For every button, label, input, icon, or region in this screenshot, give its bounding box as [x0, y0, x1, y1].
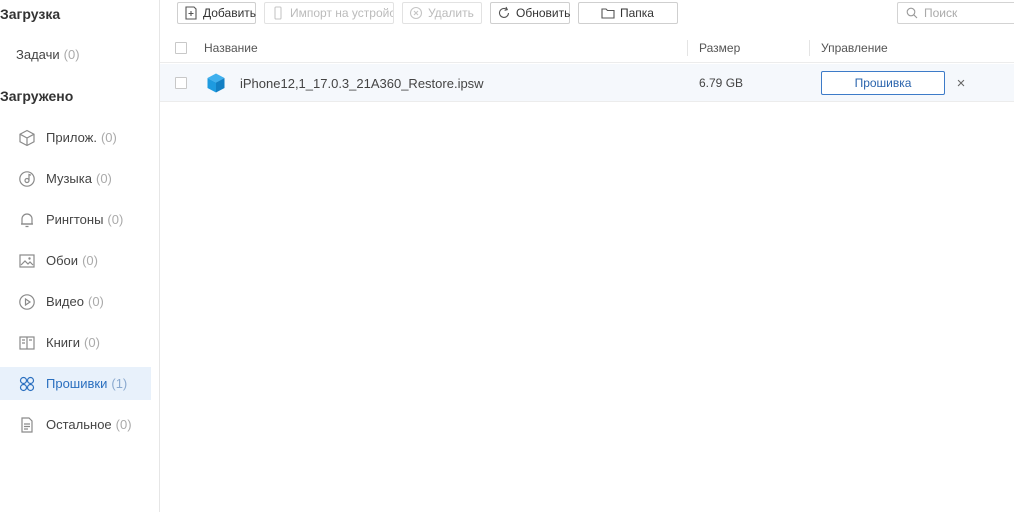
sidebar-item-label: Книги	[46, 335, 81, 350]
image-icon	[18, 252, 36, 270]
sidebar-item-label: Музыка	[46, 171, 92, 186]
toolbar: Добавить Импорт на устройств Удалить Обн…	[160, 0, 1014, 28]
video-icon	[18, 293, 36, 311]
cube-icon	[205, 64, 227, 102]
sidebar-item-count: (0)	[87, 294, 104, 309]
file-size: 6.79 GB	[699, 76, 744, 90]
document-icon	[18, 416, 36, 434]
sidebar-item-label: Прилож.	[46, 130, 97, 145]
flash-firmware-button[interactable]: Прошивка	[821, 71, 945, 95]
row-checkbox-cell	[175, 64, 187, 102]
sidebar-item-count: (0)	[84, 335, 100, 350]
refresh-button[interactable]: Обновить	[490, 2, 570, 24]
column-name-header[interactable]: Название	[204, 33, 258, 63]
sidebar: Загрузка Задачи (0) Загружено Прилож. (0…	[0, 0, 160, 512]
remove-row-close-icon[interactable]: ×	[953, 73, 969, 93]
table-header: Название Размер Управление	[160, 33, 1014, 63]
add-button[interactable]: Добавить	[177, 2, 256, 24]
column-size-header[interactable]: Размер	[699, 33, 740, 63]
firmware-icon	[18, 375, 36, 393]
sidebar-item-wallpapers[interactable]: Обои (0)	[0, 244, 151, 277]
sidebar-item-count: (0)	[115, 417, 132, 432]
search-input[interactable]: Поиск	[897, 2, 1014, 24]
sidebar-item-count: (0)	[107, 212, 124, 227]
sidebar-item-ringtones[interactable]: Рингтоны (0)	[0, 203, 151, 236]
add-button-label: Добавить	[203, 6, 257, 20]
sidebar-item-tasks[interactable]: Задачи (0)	[0, 38, 151, 71]
book-icon	[18, 334, 36, 352]
delete-icon	[409, 6, 423, 20]
sidebar-item-video[interactable]: Видео (0)	[0, 285, 151, 318]
add-file-icon	[184, 6, 198, 20]
refresh-button-label: Обновить	[516, 6, 571, 20]
file-name: iPhone12,1_17.0.3_21A360_Restore.ipsw	[240, 75, 484, 91]
import-to-device-button[interactable]: Импорт на устройств	[264, 2, 394, 24]
sidebar-item-other[interactable]: Остальное (0)	[0, 408, 151, 441]
bell-icon	[18, 211, 36, 229]
column-divider	[809, 40, 810, 56]
sidebar-item-books[interactable]: Книги (0)	[0, 326, 151, 359]
delete-button[interactable]: Удалить	[402, 2, 482, 24]
table-row[interactable]: iPhone12,1_17.0.3_21A360_Restore.ipsw 6.…	[160, 64, 1014, 102]
music-icon	[18, 170, 36, 188]
sidebar-item-firmware[interactable]: Прошивки (1)	[0, 367, 151, 400]
sidebar-item-count: (1)	[111, 376, 128, 391]
delete-button-label: Удалить	[428, 6, 474, 20]
sidebar-item-count: (0)	[82, 253, 98, 268]
import-button-label: Импорт на устройств	[290, 6, 393, 20]
sidebar-item-count: (0)	[63, 47, 80, 62]
sidebar-item-count: (0)	[100, 130, 117, 145]
select-all-checkbox[interactable]	[175, 42, 187, 54]
sidebar-item-label: Рингтоны	[46, 212, 104, 227]
sidebar-item-apps[interactable]: Прилож. (0)	[0, 121, 151, 154]
folder-button-label: Папка	[620, 6, 654, 20]
download-section-title: Загрузка	[0, 6, 61, 22]
phone-icon	[271, 6, 285, 20]
sidebar-item-count: (0)	[95, 171, 112, 186]
app-icon	[18, 129, 36, 147]
sidebar-item-label: Обои	[46, 253, 79, 268]
search-icon	[906, 7, 918, 19]
sidebar-item-music[interactable]: Музыка (0)	[0, 162, 151, 195]
sidebar-item-label: Видео	[46, 294, 84, 309]
column-divider	[687, 40, 688, 56]
search-placeholder: Поиск	[924, 6, 958, 20]
downloaded-section-title: Загружено	[0, 88, 74, 104]
refresh-icon	[497, 6, 511, 20]
select-all-checkbox-cell	[175, 33, 187, 63]
sidebar-item-label: Остальное	[46, 417, 112, 432]
row-checkbox[interactable]	[175, 77, 187, 89]
folder-button[interactable]: Папка	[578, 2, 678, 24]
sidebar-item-label: Прошивки	[46, 376, 108, 391]
sidebar-item-label: Задачи	[16, 47, 60, 62]
column-actions-header: Управление	[821, 41, 888, 55]
folder-icon	[601, 6, 615, 20]
